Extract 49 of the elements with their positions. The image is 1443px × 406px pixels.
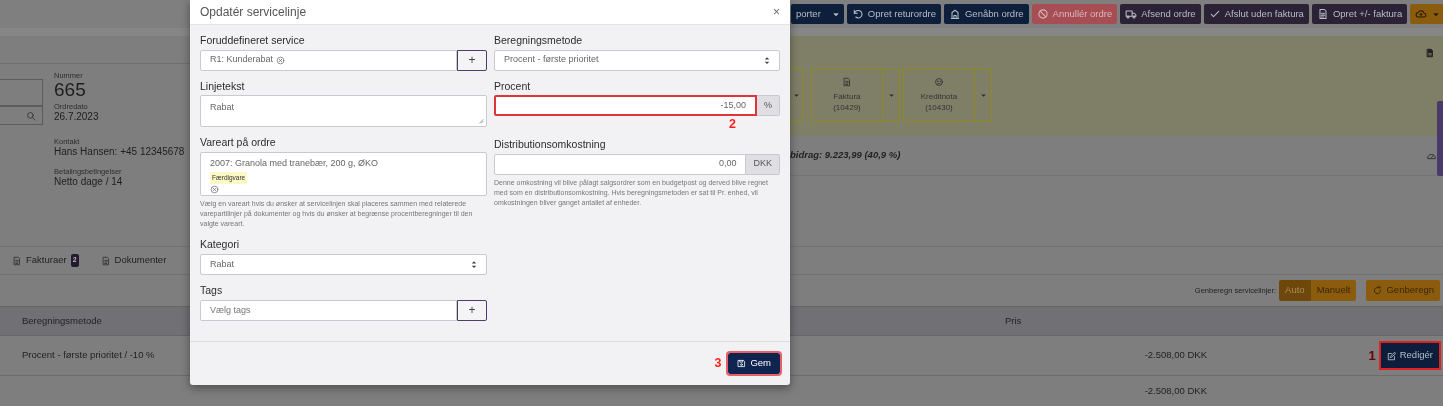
select-field[interactable]: R1: Kunderabat	[200, 49, 457, 71]
unit-label: %	[757, 95, 780, 117]
document-label: Faktura	[833, 92, 861, 103]
field-label: Procent	[494, 79, 532, 94]
text-area[interactable]: Rabat	[200, 95, 487, 128]
toolbar-button[interactable]: Genåbn ordre	[943, 4, 1029, 24]
toolbar-button[interactable]: Opret +/- faktura	[1311, 4, 1408, 24]
annotation-number: 1	[1368, 346, 1376, 365]
field-value: 26.7.2023	[54, 110, 100, 123]
close-button[interactable]: ×	[773, 3, 780, 21]
column-header: Pris	[1005, 313, 1022, 328]
field-label: Vareart på ordre	[200, 136, 277, 150]
field-label: Beregningsmetode	[494, 34, 584, 48]
number-field[interactable]: -15,00	[494, 95, 757, 117]
toolbar-button[interactable]: Opret returordre	[846, 4, 941, 24]
field-label: Tags	[200, 284, 224, 298]
toolbar-button[interactable]: Afslut uden faktura	[1203, 4, 1309, 24]
table-cell: -2.508,00 DKK	[1144, 348, 1207, 363]
save-button[interactable]: Gem	[728, 353, 780, 374]
selected-value: 2007: Granola med tranebær, 200 g, ØKO	[210, 156, 380, 170]
field-label: Linjetekst	[200, 79, 246, 94]
document-number: (10429)	[833, 102, 861, 113]
tags-field[interactable]: Vælg tags	[200, 299, 457, 321]
dialog-title: Opdatér servicelinje	[200, 4, 307, 21]
tab[interactable]: Dokumenter	[100, 253, 167, 268]
annotation-number: 3	[714, 355, 722, 373]
column-header: Beregningsmetode	[22, 313, 103, 328]
selected-value: R1: Kunderabat	[210, 53, 274, 67]
field-label: Foruddefineret service	[200, 34, 306, 48]
document-label: Kreditnota	[920, 92, 958, 103]
toolbar-button[interactable]: Afsend ordre	[1120, 4, 1201, 24]
table-cell: Procent - første prioritet / -10 %	[22, 348, 155, 363]
summary-text: bidrag: 9.223,99 (40,9 %)	[790, 148, 901, 163]
unit-label: DKK	[746, 153, 780, 175]
document-number: (10430)	[925, 102, 953, 113]
edit-button[interactable]: Redigér	[1380, 343, 1439, 368]
add-button[interactable]: +	[457, 49, 487, 71]
select-field[interactable]: Procent - første prioritet	[494, 49, 780, 71]
table-cell-text: -2.508,00 DKK	[1144, 383, 1207, 398]
select-field[interactable]: Rabat	[200, 254, 487, 275]
field-label: Distributionsomkostning	[494, 138, 607, 152]
field-label: Kategori	[200, 238, 241, 252]
number-field[interactable]: 0,00	[494, 153, 747, 175]
field-value: 665	[54, 80, 87, 100]
field-value: Netto dage / 14	[54, 175, 124, 188]
field-value: Hans Hansen: +45 12345678	[54, 145, 185, 158]
toolbar-button[interactable]: porter	[791, 4, 844, 24]
add-button[interactable]: +	[457, 299, 487, 321]
annotation-number: 2	[729, 116, 736, 134]
